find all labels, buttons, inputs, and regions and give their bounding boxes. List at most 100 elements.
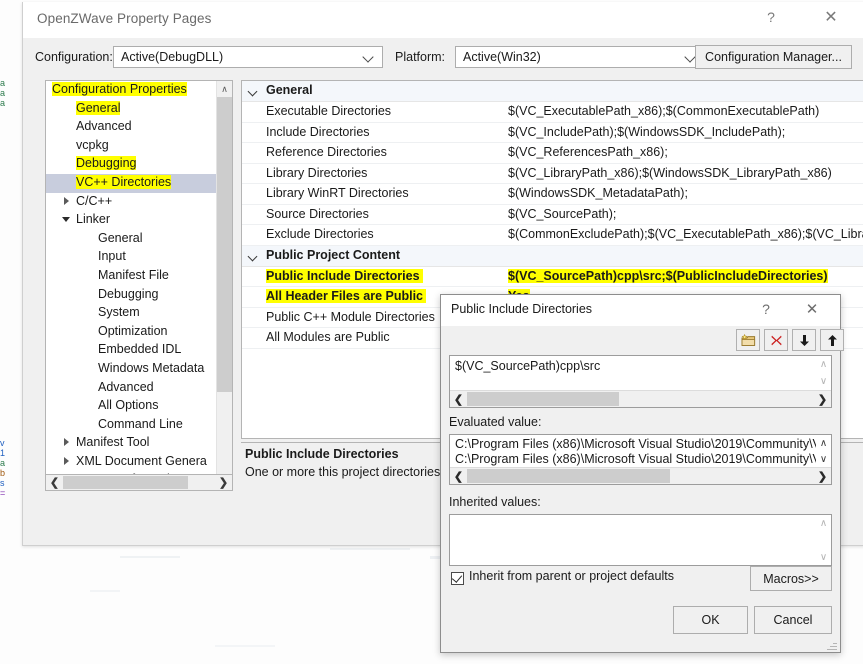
property-value[interactable]: $(VC_ReferencesPath_x86);	[508, 145, 668, 159]
help-icon[interactable]: ?	[748, 2, 794, 32]
tree-item-debugging[interactable]: Debugging	[46, 286, 216, 305]
tree-item-input[interactable]: Input	[46, 248, 216, 267]
scroll-up-icon[interactable]: ∧	[816, 356, 831, 373]
tree-item-configuration-properties[interactable]: Configuration Properties	[46, 81, 216, 100]
scroll-right-icon[interactable]: ❯	[814, 391, 831, 407]
property-name: Public C++ Module Directories	[266, 309, 435, 324]
tree-vscroll-thumb[interactable]	[217, 97, 232, 392]
directories-edit-list[interactable]: $(VC_SourcePath)cpp\src ∧ ∨ ❮ ❯	[449, 355, 832, 408]
dialog-help-icon[interactable]: ?	[750, 295, 782, 323]
platform-dropdown[interactable]: Active(Win32)	[455, 46, 705, 68]
evaluated-line: C:\Program Files (x86)\Microsoft Visual …	[455, 452, 830, 466]
property-value[interactable]: $(WindowsSDK_MetadataPath);	[508, 186, 688, 200]
tree-item-xml-document-genera[interactable]: XML Document Genera	[46, 453, 216, 472]
chevron-right-icon[interactable]	[62, 438, 71, 447]
scroll-down-icon[interactable]: ∨	[816, 373, 831, 390]
property-value[interactable]: $(VC_SourcePath)cpp\src;$(PublicIncludeD…	[508, 268, 828, 283]
scroll-down-icon[interactable]: ∨	[816, 451, 831, 467]
tree-item-vc-directories[interactable]: VC++ Directories	[46, 173, 232, 193]
close-icon[interactable]: ✕	[808, 2, 854, 32]
scroll-down-icon[interactable]: ∨	[816, 549, 831, 565]
configuration-tree[interactable]: Configuration Properties General Advanced v…	[45, 80, 233, 490]
scroll-left-icon[interactable]: ❮	[450, 468, 467, 484]
edit-horizontal-scrollbar[interactable]: ❮ ❯	[450, 390, 831, 407]
property-value[interactable]: $(VC_SourcePath);	[508, 207, 616, 221]
cancel-button[interactable]: Cancel	[754, 606, 832, 634]
macros-button[interactable]: Macros>>	[750, 566, 832, 591]
property-value[interactable]: $(VC_IncludePath);$(WindowsSDK_IncludePa…	[508, 125, 785, 139]
edit-vertical-scrollbar[interactable]: ∧ ∨	[816, 356, 831, 391]
chevron-down-icon[interactable]	[249, 253, 259, 261]
tree-item-general[interactable]: General	[46, 100, 216, 119]
tree-item-advanced[interactable]: Advanced	[46, 118, 216, 137]
property-row[interactable]: Reference Directories $(VC_ReferencesPath…	[242, 143, 863, 164]
property-row[interactable]: Library Directories $(VC_LibraryPath_x86)…	[242, 164, 863, 184]
platform-label: Platform:	[395, 50, 446, 64]
dialog-close-icon[interactable]: ✕	[796, 295, 828, 323]
tree-horizontal-scrollbar[interactable]: ❮ ❯	[45, 474, 233, 491]
resize-grip-icon[interactable]	[826, 639, 837, 650]
move-up-button[interactable]	[820, 329, 844, 351]
tree-item-label: Advanced	[76, 119, 132, 134]
move-down-button[interactable]	[792, 329, 816, 351]
scroll-right-icon[interactable]: ❯	[814, 468, 831, 484]
scroll-right-icon[interactable]: ❯	[215, 475, 232, 490]
property-row[interactable]: Executable Directories $(VC_ExecutablePat…	[242, 102, 863, 123]
tree-item-embedded-idl[interactable]: Embedded IDL	[46, 341, 216, 360]
tree-item-manifest-tool[interactable]: Manifest Tool	[46, 434, 216, 453]
inherited-values-box[interactable]: ∧ ∨	[449, 514, 832, 566]
tree-item-system[interactable]: System	[46, 304, 216, 323]
property-value[interactable]: $(VC_LibraryPath_x86);$(WindowsSDK_Libra…	[508, 166, 832, 180]
scroll-up-icon[interactable]: ∧	[217, 81, 232, 97]
property-category-header[interactable]: Public Project Content	[242, 245, 863, 267]
edit-hscroll-thumb[interactable]	[467, 392, 619, 406]
scroll-left-icon[interactable]: ❮	[46, 475, 63, 490]
chevron-down-icon[interactable]	[249, 88, 259, 96]
property-row[interactable]: Library WinRT Directories $(WindowsSDK_Me…	[242, 184, 863, 205]
tree-vertical-scrollbar[interactable]: ∧ ∨	[216, 81, 232, 489]
directories-edit-value[interactable]: $(VC_SourcePath)cpp\src	[455, 359, 600, 373]
chevron-down-icon	[363, 51, 374, 62]
scroll-left-icon[interactable]: ❮	[450, 391, 467, 407]
chevron-down-icon[interactable]	[46, 85, 47, 94]
inherit-checkbox-label[interactable]: Inherit from parent or project defaults	[469, 569, 674, 583]
evaluated-vertical-scrollbar[interactable]: ∧ ∨	[816, 435, 831, 468]
property-value[interactable]: $(CommonExcludePath);$(VC_ExecutablePath…	[508, 227, 863, 241]
tree-item-advanced[interactable]: Advanced	[46, 379, 216, 398]
tree-item-linker[interactable]: Linker	[46, 211, 216, 230]
tree-hscroll-thumb[interactable]	[63, 476, 188, 489]
chevron-right-icon[interactable]	[62, 456, 71, 466]
property-row[interactable]: Include Directories $(VC_IncludePath);$(W…	[242, 123, 863, 143]
evaluated-hscroll-thumb[interactable]	[467, 469, 670, 483]
scroll-up-icon[interactable]: ∧	[816, 515, 831, 531]
property-value[interactable]: $(VC_ExecutablePath_x86);$(CommonExecuta…	[508, 104, 819, 118]
scroll-up-icon[interactable]: ∧	[816, 435, 831, 451]
chevron-down-icon[interactable]	[62, 215, 71, 224]
property-row[interactable]: Exclude Directories $(CommonExcludePath);…	[242, 225, 863, 246]
tree-item-all-options[interactable]: All Options	[46, 397, 216, 416]
evaluated-horizontal-scrollbar[interactable]: ❮ ❯	[450, 467, 831, 484]
chevron-right-icon[interactable]	[62, 196, 71, 206]
tree-item-command-line[interactable]: Command Line	[46, 416, 216, 435]
tree-item-optimization[interactable]: Optimization	[46, 323, 216, 342]
evaluated-value-box[interactable]: C:\Program Files (x86)\Microsoft Visual …	[449, 434, 832, 485]
inherited-vertical-scrollbar[interactable]: ∧ ∨	[816, 515, 831, 565]
configuration-manager-button[interactable]: Configuration Manager...	[695, 45, 852, 69]
checkmark-icon	[451, 572, 463, 583]
tree-item-general[interactable]: General	[46, 230, 216, 249]
inherit-checkbox[interactable]	[451, 572, 464, 585]
property-row[interactable]: Public Include Directories $(VC_SourcePat…	[242, 267, 863, 287]
tree-item-windows-metadata[interactable]: Windows Metadata	[46, 360, 216, 379]
property-category-header[interactable]: General	[242, 81, 863, 102]
tree-item-debugging[interactable]: Debugging	[46, 155, 216, 174]
delete-button[interactable]	[764, 329, 788, 351]
configuration-dropdown[interactable]: Active(DebugDLL)	[113, 46, 383, 68]
ok-button[interactable]: OK	[673, 606, 748, 634]
delete-x-icon	[770, 335, 782, 345]
dialog-title: Public Include Directories	[451, 302, 593, 316]
new-folder-button[interactable]	[736, 329, 760, 351]
tree-item-manifest-file[interactable]: Manifest File	[46, 267, 216, 286]
property-row[interactable]: Source Directories $(VC_SourcePath);	[242, 205, 863, 225]
tree-item-c-c[interactable]: C/C++	[46, 193, 216, 212]
tree-item-vcpkg[interactable]: vcpkg	[46, 137, 216, 156]
